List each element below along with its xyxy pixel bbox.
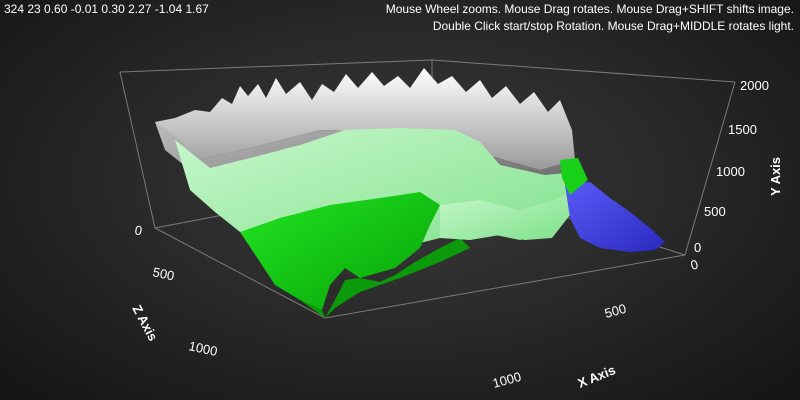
z-axis: 0 500 1000 Z Axis	[129, 222, 218, 359]
terrain-surface	[155, 68, 665, 318]
x-tick-0: 0	[689, 257, 700, 273]
x-axis: 0 500 1000 X Axis	[491, 257, 700, 391]
y-tick-2000: 2000	[740, 78, 769, 93]
y-axis-title: Y Axis	[768, 157, 783, 196]
z-axis-title: Z Axis	[129, 302, 160, 343]
y-tick-0: 0	[694, 240, 701, 255]
z-tick-1000: 1000	[187, 338, 218, 359]
3d-surface-viewport[interactable]: 2000 1500 1000 500 0 Y Axis 0 500 1000 X…	[0, 0, 800, 400]
x-axis-title: X Axis	[576, 362, 618, 391]
z-tick-500: 500	[151, 264, 175, 283]
y-tick-500: 500	[704, 204, 726, 219]
y-tick-1000: 1000	[716, 164, 745, 179]
terrain-water	[565, 182, 665, 252]
z-tick-0: 0	[133, 222, 143, 238]
x-tick-500: 500	[603, 301, 628, 321]
y-axis: 2000 1500 1000 500 0 Y Axis	[694, 78, 783, 255]
y-tick-1500: 1500	[728, 122, 757, 137]
x-tick-1000: 1000	[491, 369, 523, 391]
